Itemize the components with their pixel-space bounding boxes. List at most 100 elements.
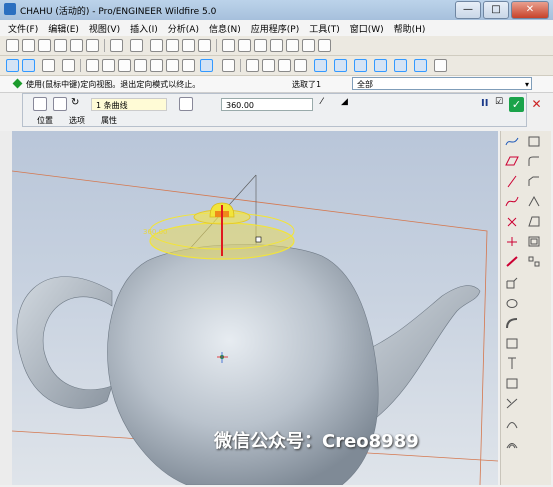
menu-insert[interactable]: 插入(I) — [130, 22, 158, 35]
maximize-button[interactable]: □ — [483, 1, 509, 19]
tab-properties[interactable]: 属性 — [101, 115, 117, 126]
preview-icon[interactable]: ☑ — [495, 97, 509, 111]
minimize-button[interactable]: — — [455, 1, 481, 19]
thicken-icon[interactable] — [505, 357, 519, 370]
select-icon[interactable] — [254, 39, 267, 52]
revolve-icon[interactable] — [505, 297, 519, 310]
tab-options[interactable]: 选项 — [69, 115, 85, 126]
status-message: 使用(鼠标中键)定向视图。退出定向模式以终止。 — [26, 80, 201, 89]
saved-views-icon[interactable] — [166, 59, 179, 72]
curve-tool-icon[interactable] — [22, 59, 35, 72]
menu-tools[interactable]: 工具(T) — [309, 22, 340, 35]
undo-icon[interactable] — [110, 39, 123, 52]
menu-window[interactable]: 窗口(W) — [350, 22, 384, 35]
redo-icon[interactable] — [130, 39, 143, 52]
remove-material-icon[interactable] — [53, 97, 67, 111]
new-file-icon[interactable] — [6, 39, 19, 52]
close-button[interactable]: ✕ — [511, 1, 549, 19]
angle-input[interactable]: 360.00 — [221, 98, 313, 111]
model-tree-icon[interactable] — [270, 39, 283, 52]
email-icon[interactable] — [86, 39, 99, 52]
datum-point-icon[interactable] — [505, 215, 519, 228]
surface-icon[interactable] — [33, 97, 47, 111]
extrude-icon[interactable] — [505, 277, 519, 290]
menu-edit[interactable]: 编辑(E) — [48, 22, 79, 35]
shaded-icon[interactable] — [294, 59, 307, 72]
blend-icon[interactable] — [505, 337, 519, 350]
reorient-icon[interactable] — [150, 59, 163, 72]
selection-filter-dropdown[interactable]: 全部 ▾ — [352, 77, 532, 90]
revolve-dashboard: ↻ 1 条曲线 360.00 ⁄ ◢ II ☑ ✓ ✕ 位置 选项 属性 — [22, 93, 542, 127]
datum-points-icon[interactable] — [354, 59, 367, 72]
accept-button[interactable]: ✓ — [509, 97, 524, 112]
wireframe-icon[interactable] — [246, 59, 259, 72]
shading-icon[interactable] — [62, 59, 75, 72]
axis-icon[interactable] — [505, 175, 519, 188]
watermark-text: 微信公众号：Creo8989 — [214, 431, 419, 452]
spin-center-toggle-icon[interactable] — [414, 59, 427, 72]
mesh-icon[interactable] — [42, 59, 55, 72]
refit-icon[interactable] — [134, 59, 147, 72]
curve-icon[interactable] — [505, 195, 519, 208]
selection-box-icon[interactable] — [318, 39, 331, 52]
view-manager-icon[interactable] — [222, 59, 235, 72]
draft-icon[interactable] — [527, 215, 541, 228]
no-hidden-icon[interactable] — [278, 59, 291, 72]
datum-planes-icon[interactable] — [314, 59, 327, 72]
save-icon[interactable] — [38, 39, 51, 52]
repaint-icon[interactable] — [86, 59, 99, 72]
merge-icon[interactable] — [505, 377, 519, 390]
left-splitter[interactable] — [0, 131, 12, 485]
axis-collector[interactable]: 1 条曲线 — [91, 98, 167, 111]
zoom-in-icon[interactable] — [102, 59, 115, 72]
sweep-icon[interactable] — [505, 317, 519, 330]
shell-icon[interactable] — [527, 235, 541, 248]
coordinate-system-icon[interactable] — [505, 235, 519, 248]
save-copy-icon[interactable] — [54, 39, 67, 52]
paste-icon[interactable] — [182, 39, 195, 52]
menu-analysis[interactable]: 分析(A) — [168, 22, 199, 35]
plane-icon[interactable] — [505, 155, 519, 168]
copy-icon[interactable] — [166, 39, 179, 52]
extend-icon[interactable] — [505, 417, 519, 430]
search-icon[interactable] — [238, 39, 251, 52]
context-help-icon[interactable] — [434, 59, 447, 72]
coordinate-systems-icon[interactable] — [374, 59, 387, 72]
spin-center-icon[interactable] — [200, 59, 213, 72]
window-close-icon[interactable] — [302, 39, 315, 52]
paste-special-icon[interactable] — [198, 39, 211, 52]
window-activate-icon[interactable] — [286, 39, 299, 52]
sketch-icon[interactable] — [505, 135, 519, 148]
datum-axes-icon[interactable] — [334, 59, 347, 72]
thicken-icon[interactable]: ◢ — [341, 97, 355, 111]
rib-icon[interactable] — [527, 195, 541, 208]
menu-applications[interactable]: 应用程序(P) — [251, 22, 299, 35]
menu-file[interactable]: 文件(F) — [8, 22, 38, 35]
trim-icon[interactable] — [505, 397, 519, 410]
direction-icon[interactable]: ⁄ — [321, 97, 335, 111]
chamfer-icon[interactable] — [527, 175, 541, 188]
hidden-line-icon[interactable] — [262, 59, 275, 72]
menu-info[interactable]: 信息(N) — [209, 22, 241, 35]
pause-button[interactable]: II — [481, 98, 488, 109]
analysis-icon[interactable] — [505, 255, 519, 268]
print-icon[interactable] — [70, 39, 83, 52]
menu-help[interactable]: 帮助(H) — [394, 22, 426, 35]
zoom-out-icon[interactable] — [118, 59, 131, 72]
offset-icon[interactable] — [505, 437, 519, 450]
open-file-icon[interactable] — [22, 39, 35, 52]
annotations-icon[interactable] — [394, 59, 407, 72]
flip-direction-icon[interactable]: ↻ — [71, 97, 85, 111]
sketch-tool-icon[interactable] — [6, 59, 19, 72]
cut-icon[interactable] — [150, 39, 163, 52]
hole-icon[interactable] — [527, 135, 541, 148]
cancel-button[interactable]: ✕ — [529, 97, 544, 112]
tab-placement[interactable]: 位置 — [37, 115, 53, 126]
round-icon[interactable] — [527, 155, 541, 168]
angle-type-icon[interactable] — [179, 97, 193, 111]
menu-view[interactable]: 视图(V) — [89, 22, 120, 35]
regenerate-icon[interactable] — [222, 39, 235, 52]
pattern-icon[interactable] — [527, 255, 541, 268]
layers-icon[interactable] — [182, 59, 195, 72]
teapot-handle — [16, 276, 113, 409]
